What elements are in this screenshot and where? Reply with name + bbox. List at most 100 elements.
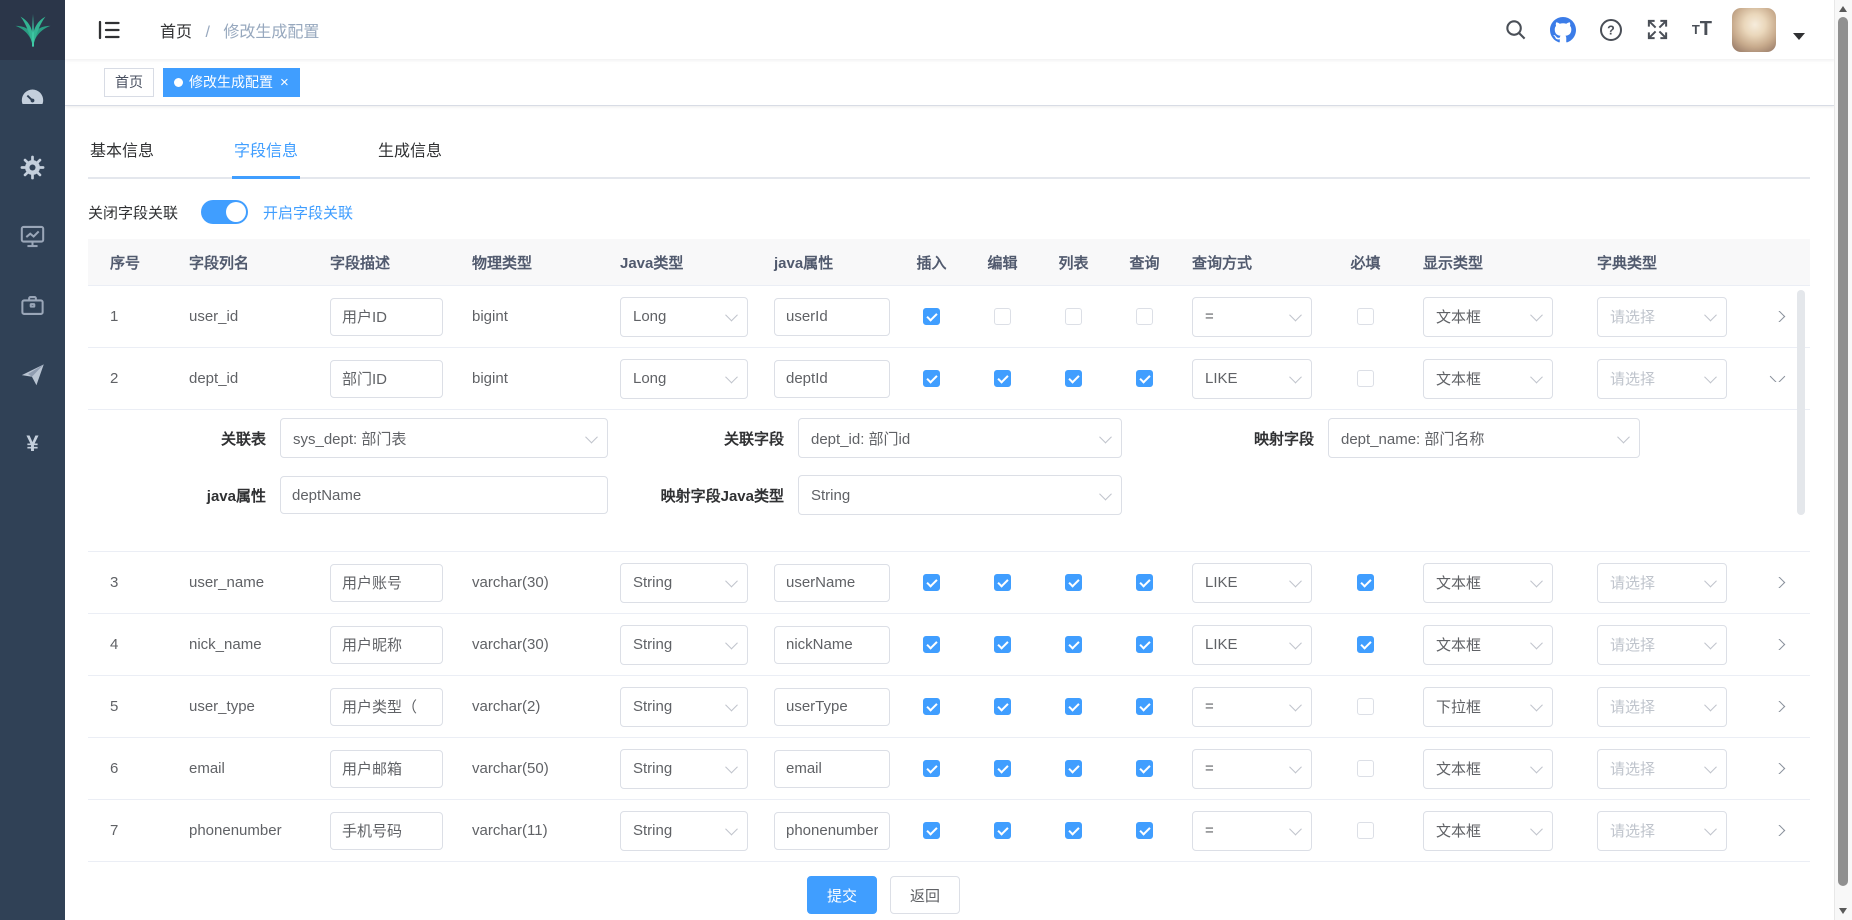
desc-input[interactable] xyxy=(330,360,443,398)
page-scrollbar[interactable] xyxy=(1834,0,1852,920)
edit-checkbox[interactable] xyxy=(994,822,1011,839)
query-checkbox[interactable] xyxy=(1136,574,1153,591)
close-icon[interactable]: × xyxy=(280,75,289,90)
java-type-select[interactable]: String xyxy=(620,563,748,603)
list-checkbox[interactable] xyxy=(1065,370,1082,387)
required-checkbox[interactable] xyxy=(1357,698,1374,715)
required-checkbox[interactable] xyxy=(1357,760,1374,777)
java-type-select[interactable]: String xyxy=(620,625,748,665)
required-checkbox[interactable] xyxy=(1357,308,1374,325)
query-type-select[interactable]: LIKE xyxy=(1192,563,1312,603)
java-type-select[interactable]: String xyxy=(620,749,748,789)
submit-button[interactable]: 提交 xyxy=(807,876,877,914)
font-size-icon[interactable] xyxy=(1692,18,1712,41)
scrollbar-down-arrow-icon[interactable] xyxy=(1839,908,1847,914)
java-field-input[interactable] xyxy=(774,750,890,788)
map-java-type-select[interactable]: String xyxy=(798,475,1122,515)
insert-checkbox[interactable] xyxy=(923,636,940,653)
java-type-select[interactable]: String xyxy=(620,811,748,851)
github-icon[interactable] xyxy=(1550,17,1576,43)
edit-checkbox[interactable] xyxy=(994,760,1011,777)
list-checkbox[interactable] xyxy=(1065,636,1082,653)
java-field-input[interactable] xyxy=(774,298,890,336)
java-field-input[interactable] xyxy=(774,360,890,398)
desc-input[interactable] xyxy=(330,812,443,850)
insert-checkbox[interactable] xyxy=(923,308,940,325)
query-checkbox[interactable] xyxy=(1136,822,1153,839)
scrollbar-up-arrow-icon[interactable] xyxy=(1839,6,1847,12)
expand-row-icon[interactable] xyxy=(1770,577,1786,588)
java-attr-input[interactable] xyxy=(280,476,608,514)
display-type-select[interactable]: 文本框 xyxy=(1423,563,1553,603)
expand-row-icon[interactable] xyxy=(1770,763,1786,774)
edit-checkbox[interactable] xyxy=(994,698,1011,715)
dict-type-select[interactable]: 请选择 xyxy=(1597,563,1727,603)
dict-type-select[interactable]: 请选择 xyxy=(1597,811,1727,851)
required-checkbox[interactable] xyxy=(1357,636,1374,653)
insert-checkbox[interactable] xyxy=(923,760,940,777)
list-checkbox[interactable] xyxy=(1065,698,1082,715)
tag-home[interactable]: 首页 xyxy=(104,68,154,97)
java-type-select[interactable]: String xyxy=(620,687,748,727)
breadcrumb-home[interactable]: 首页 xyxy=(160,24,192,41)
list-checkbox[interactable] xyxy=(1065,760,1082,777)
query-type-select[interactable]: LIKE xyxy=(1192,359,1312,399)
rel-field-select[interactable]: dept_id: 部门id xyxy=(798,418,1122,458)
display-type-select[interactable]: 文本框 xyxy=(1423,749,1553,789)
tab-field-info[interactable]: 字段信息 xyxy=(232,125,300,179)
sidebar-item-toolbox[interactable] xyxy=(0,271,65,340)
dict-type-select[interactable]: 请选择 xyxy=(1597,359,1727,399)
user-avatar[interactable] xyxy=(1732,8,1776,52)
query-type-select[interactable]: LIKE xyxy=(1192,625,1312,665)
expand-row-icon[interactable] xyxy=(1770,311,1786,322)
tab-basic-info[interactable]: 基本信息 xyxy=(88,125,156,177)
sidebar-item-dashboard[interactable] xyxy=(0,64,65,133)
expand-row-icon[interactable] xyxy=(1770,639,1786,650)
desc-input[interactable] xyxy=(330,626,443,664)
association-toggle[interactable] xyxy=(201,200,248,224)
query-type-select[interactable]: = xyxy=(1192,811,1312,851)
required-checkbox[interactable] xyxy=(1357,822,1374,839)
insert-checkbox[interactable] xyxy=(923,698,940,715)
collapse-row-icon[interactable] xyxy=(1770,375,1786,382)
edit-checkbox[interactable] xyxy=(994,370,1011,387)
dict-type-select[interactable]: 请选择 xyxy=(1597,625,1727,665)
sidebar-item-monitor[interactable] xyxy=(0,202,65,271)
list-checkbox[interactable] xyxy=(1065,308,1082,325)
dict-type-select[interactable]: 请选择 xyxy=(1597,749,1727,789)
dict-type-select[interactable]: 请选择 xyxy=(1597,687,1727,727)
display-type-select[interactable]: 文本框 xyxy=(1423,359,1553,399)
list-checkbox[interactable] xyxy=(1065,574,1082,591)
required-checkbox[interactable] xyxy=(1357,370,1374,387)
expand-row-icon[interactable] xyxy=(1770,825,1786,836)
edit-checkbox[interactable] xyxy=(994,308,1011,325)
table-scrollbar-thumb[interactable] xyxy=(1797,290,1805,515)
java-field-input[interactable] xyxy=(774,688,890,726)
fullscreen-icon[interactable] xyxy=(1646,18,1669,41)
required-checkbox[interactable] xyxy=(1357,574,1374,591)
edit-checkbox[interactable] xyxy=(994,636,1011,653)
tab-generate-info[interactable]: 生成信息 xyxy=(376,125,444,177)
list-checkbox[interactable] xyxy=(1065,822,1082,839)
display-type-select[interactable]: 文本框 xyxy=(1423,811,1553,851)
query-type-select[interactable]: = xyxy=(1192,297,1312,337)
chevron-down-icon[interactable] xyxy=(1793,33,1805,40)
query-checkbox[interactable] xyxy=(1136,636,1153,653)
java-field-input[interactable] xyxy=(774,564,890,602)
help-icon[interactable]: ? xyxy=(1599,18,1623,42)
search-icon[interactable] xyxy=(1504,18,1527,41)
sidebar-item-money[interactable]: ¥ xyxy=(0,409,65,478)
query-type-select[interactable]: = xyxy=(1192,749,1312,789)
map-field-select[interactable]: dept_name: 部门名称 xyxy=(1328,418,1640,458)
sidebar-item-settings[interactable] xyxy=(0,133,65,202)
sidebar-toggle-icon[interactable] xyxy=(98,20,120,40)
query-checkbox[interactable] xyxy=(1136,698,1153,715)
query-checkbox[interactable] xyxy=(1136,308,1153,325)
desc-input[interactable] xyxy=(330,750,443,788)
insert-checkbox[interactable] xyxy=(923,370,940,387)
app-logo[interactable] xyxy=(0,0,65,60)
java-type-select[interactable]: Long xyxy=(620,297,748,337)
query-checkbox[interactable] xyxy=(1136,760,1153,777)
insert-checkbox[interactable] xyxy=(923,822,940,839)
desc-input[interactable] xyxy=(330,688,443,726)
